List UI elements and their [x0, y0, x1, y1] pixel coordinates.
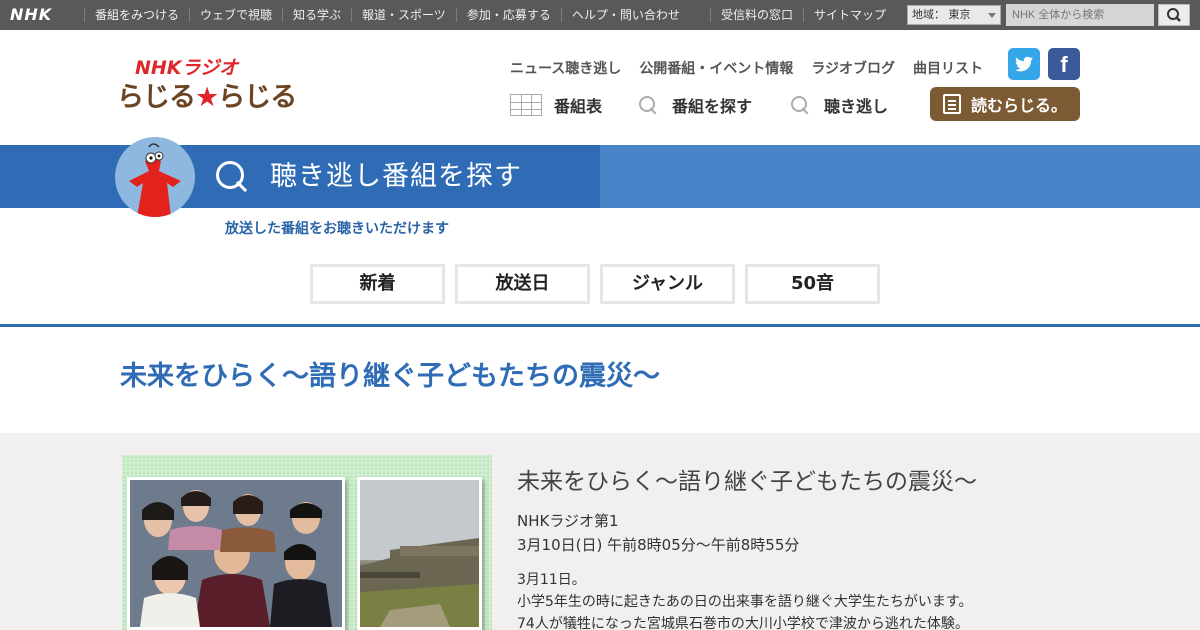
section-title: 聴き逃し番組を探す — [270, 161, 522, 192]
global-link-watch-web[interactable]: ウェブで視聴 — [189, 8, 282, 22]
schedule-grid-icon — [510, 94, 542, 116]
search-icon — [215, 160, 249, 194]
star-icon: ★ — [195, 82, 219, 113]
nav-find-programs[interactable]: 番組を探す — [638, 92, 752, 118]
search-icon — [638, 95, 658, 115]
episode-description-line: 3月11日。 — [517, 572, 586, 588]
document-icon — [942, 94, 961, 114]
facebook-button[interactable]: f — [1048, 48, 1080, 80]
tab-new[interactable]: 新着 — [310, 264, 445, 304]
global-link-participate[interactable]: 参加・応募する — [455, 8, 561, 22]
tab-syllabary[interactable]: 50音 — [745, 264, 880, 304]
read-radiru-button[interactable]: 読むらじる。 — [930, 87, 1080, 121]
mascot-avatar — [115, 137, 195, 217]
nav-catchup-label: 聴き逃し — [824, 97, 889, 116]
nav-schedule[interactable]: 番組表 — [510, 92, 602, 118]
twitter-icon — [1015, 56, 1033, 72]
radiru-logo[interactable]: NHKラジオ らじる★らじる — [117, 56, 297, 118]
top-nav-blog[interactable]: ラジオブログ — [811, 58, 895, 78]
global-link-sitemap[interactable]: サイトマップ — [803, 8, 896, 22]
tab-genre[interactable]: ジャンル — [600, 264, 735, 304]
global-link-fee[interactable]: 受信料の窓口 — [710, 8, 803, 22]
radiru-wordmark-left: らじる — [117, 82, 196, 113]
episode-photo-students — [127, 477, 345, 630]
read-radiru-label: 読むらじる。 — [970, 96, 1067, 115]
episode-photo-school — [357, 477, 482, 630]
global-link-learn[interactable]: 知る学ぶ — [282, 8, 351, 22]
region-select[interactable]: 地域： 東京 — [907, 5, 1001, 25]
nhk-logo[interactable]: NHK — [10, 6, 70, 24]
search-icon — [790, 95, 810, 115]
radiru-wordmark: らじる★らじる — [117, 82, 297, 114]
episode-channel: NHKラジオ第1 — [517, 512, 619, 530]
mascot-icon — [129, 143, 181, 217]
global-link-find-programs[interactable]: 番組をみつける — [84, 8, 189, 22]
tab-broadcast-date[interactable]: 放送日 — [455, 264, 590, 304]
top-nav-news-catchup[interactable]: ニュース聴き逃し — [510, 58, 621, 78]
section-caption: 放送した番組をお聴きいただけます — [225, 221, 449, 237]
nav-find-programs-label: 番組を探す — [672, 97, 753, 116]
radiru-wordmark-right: らじる — [218, 82, 297, 113]
top-nav-playlist[interactable]: 曲目リスト — [913, 58, 983, 78]
episode-description-line: 小学5年生の時に起きたあの日の出来事を語り継ぐ大学生たちがいます。 — [517, 594, 973, 610]
global-link-news-sports[interactable]: 報道・スポーツ — [351, 8, 456, 22]
search-icon — [1167, 8, 1181, 22]
chevron-down-icon — [988, 13, 996, 18]
twitter-button[interactable] — [1008, 48, 1040, 80]
global-link-help[interactable]: ヘルプ・問い合わせ — [560, 8, 690, 22]
episode-description: 3月11日。 小学5年生の時に起きたあの日の出来事を語り継ぐ大学生たちがいます。… — [517, 569, 1117, 630]
global-search-button[interactable] — [1158, 4, 1190, 26]
episode-description-line: 74人が犠牲になった宮城県石巻市の大川小学校で津波から逃れた体験。 — [517, 616, 969, 630]
nhk-global-bar: NHK 番組をみつける ウェブで視聴 知る学ぶ 報道・スポーツ 参加・応募する … — [0, 0, 1200, 30]
facebook-icon: f — [1060, 52, 1068, 77]
nhk-radio-wordmark: NHKラジオ — [135, 57, 239, 79]
nav-schedule-label: 番組表 — [554, 97, 603, 116]
region-select-value: 地域： 東京 — [912, 8, 971, 21]
program-title: 未来をひらく～語り継ぐ子どもたちの震災～ — [120, 361, 660, 392]
section-divider — [0, 324, 1200, 327]
top-nav-events[interactable]: 公開番組・イベント情報 — [639, 58, 793, 78]
episode-datetime: 3月10日(日) 午前8時05分〜午前8時55分 — [517, 536, 800, 554]
nav-catchup[interactable]: 聴き逃し — [790, 92, 888, 118]
top-nav: ニュース聴き逃し 公開番組・イベント情報 ラジオブログ 曲目リスト — [510, 58, 1001, 78]
global-nav: 番組をみつける ウェブで視聴 知る学ぶ 報道・スポーツ 参加・応募する ヘルプ・… — [84, 0, 690, 30]
global-search-input[interactable] — [1006, 4, 1154, 26]
global-right-nav: 受信料の窓口 サイトマップ — [710, 0, 896, 30]
episode-title: 未来をひらく～語り継ぐ子どもたちの震災～ — [517, 469, 977, 495]
